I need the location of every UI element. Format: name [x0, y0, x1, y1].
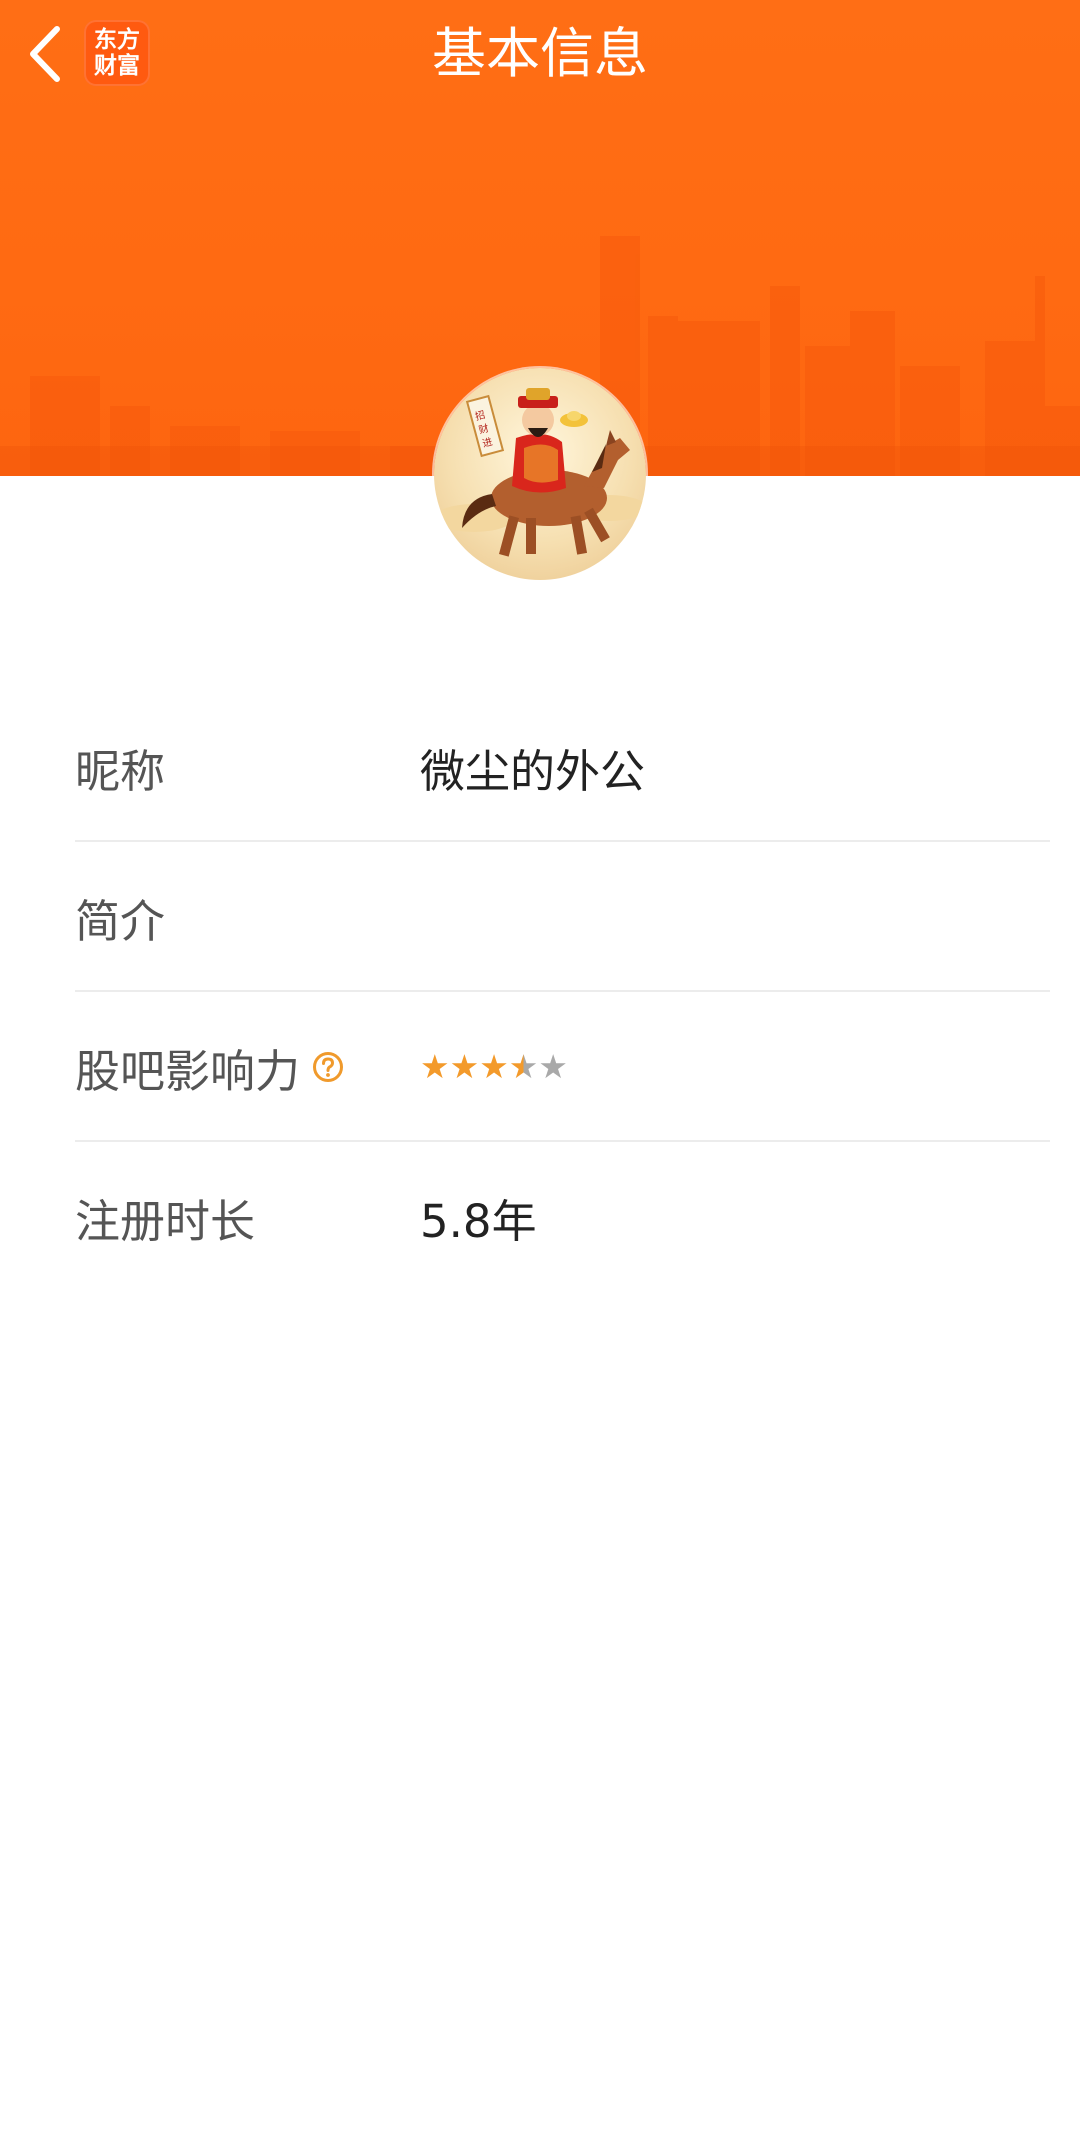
star-icon: ★	[508, 1047, 539, 1086]
influence-rating-stars: ★ ★ ★ ★ ★	[420, 1047, 568, 1087]
question-circle-icon[interactable]	[312, 1051, 344, 1083]
avatar-image: 招 财 进	[434, 388, 646, 557]
page-title: 基本信息	[432, 22, 648, 85]
nickname-row: 昵称 微尘的外公	[75, 692, 1050, 842]
star-icon: ★	[420, 1047, 450, 1086]
top-navigation-bar: 东方 财富 基本信息	[0, 0, 1080, 110]
star-icon: ★	[479, 1047, 509, 1086]
influence-label: 股吧影响力	[75, 1044, 301, 1098]
register-duration-row: 注册时长 5.8年	[75, 1142, 1050, 1292]
influence-label-group: 股吧影响力	[75, 1035, 420, 1100]
intro-label: 简介	[75, 894, 166, 948]
nickname-label: 昵称	[75, 744, 166, 798]
register-duration-label: 注册时长	[75, 1194, 256, 1248]
intro-row: 简介	[75, 842, 1050, 992]
star-icon: ★	[449, 1047, 480, 1086]
user-avatar[interactable]: 招 财 进	[434, 368, 646, 580]
nickname-value: 微尘的外公	[420, 744, 646, 798]
star-icon: ★	[538, 1047, 568, 1086]
register-duration-value: 5.8年	[420, 1194, 537, 1248]
influence-row: 股吧影响力 ★ ★ ★ ★ ★	[75, 992, 1050, 1142]
